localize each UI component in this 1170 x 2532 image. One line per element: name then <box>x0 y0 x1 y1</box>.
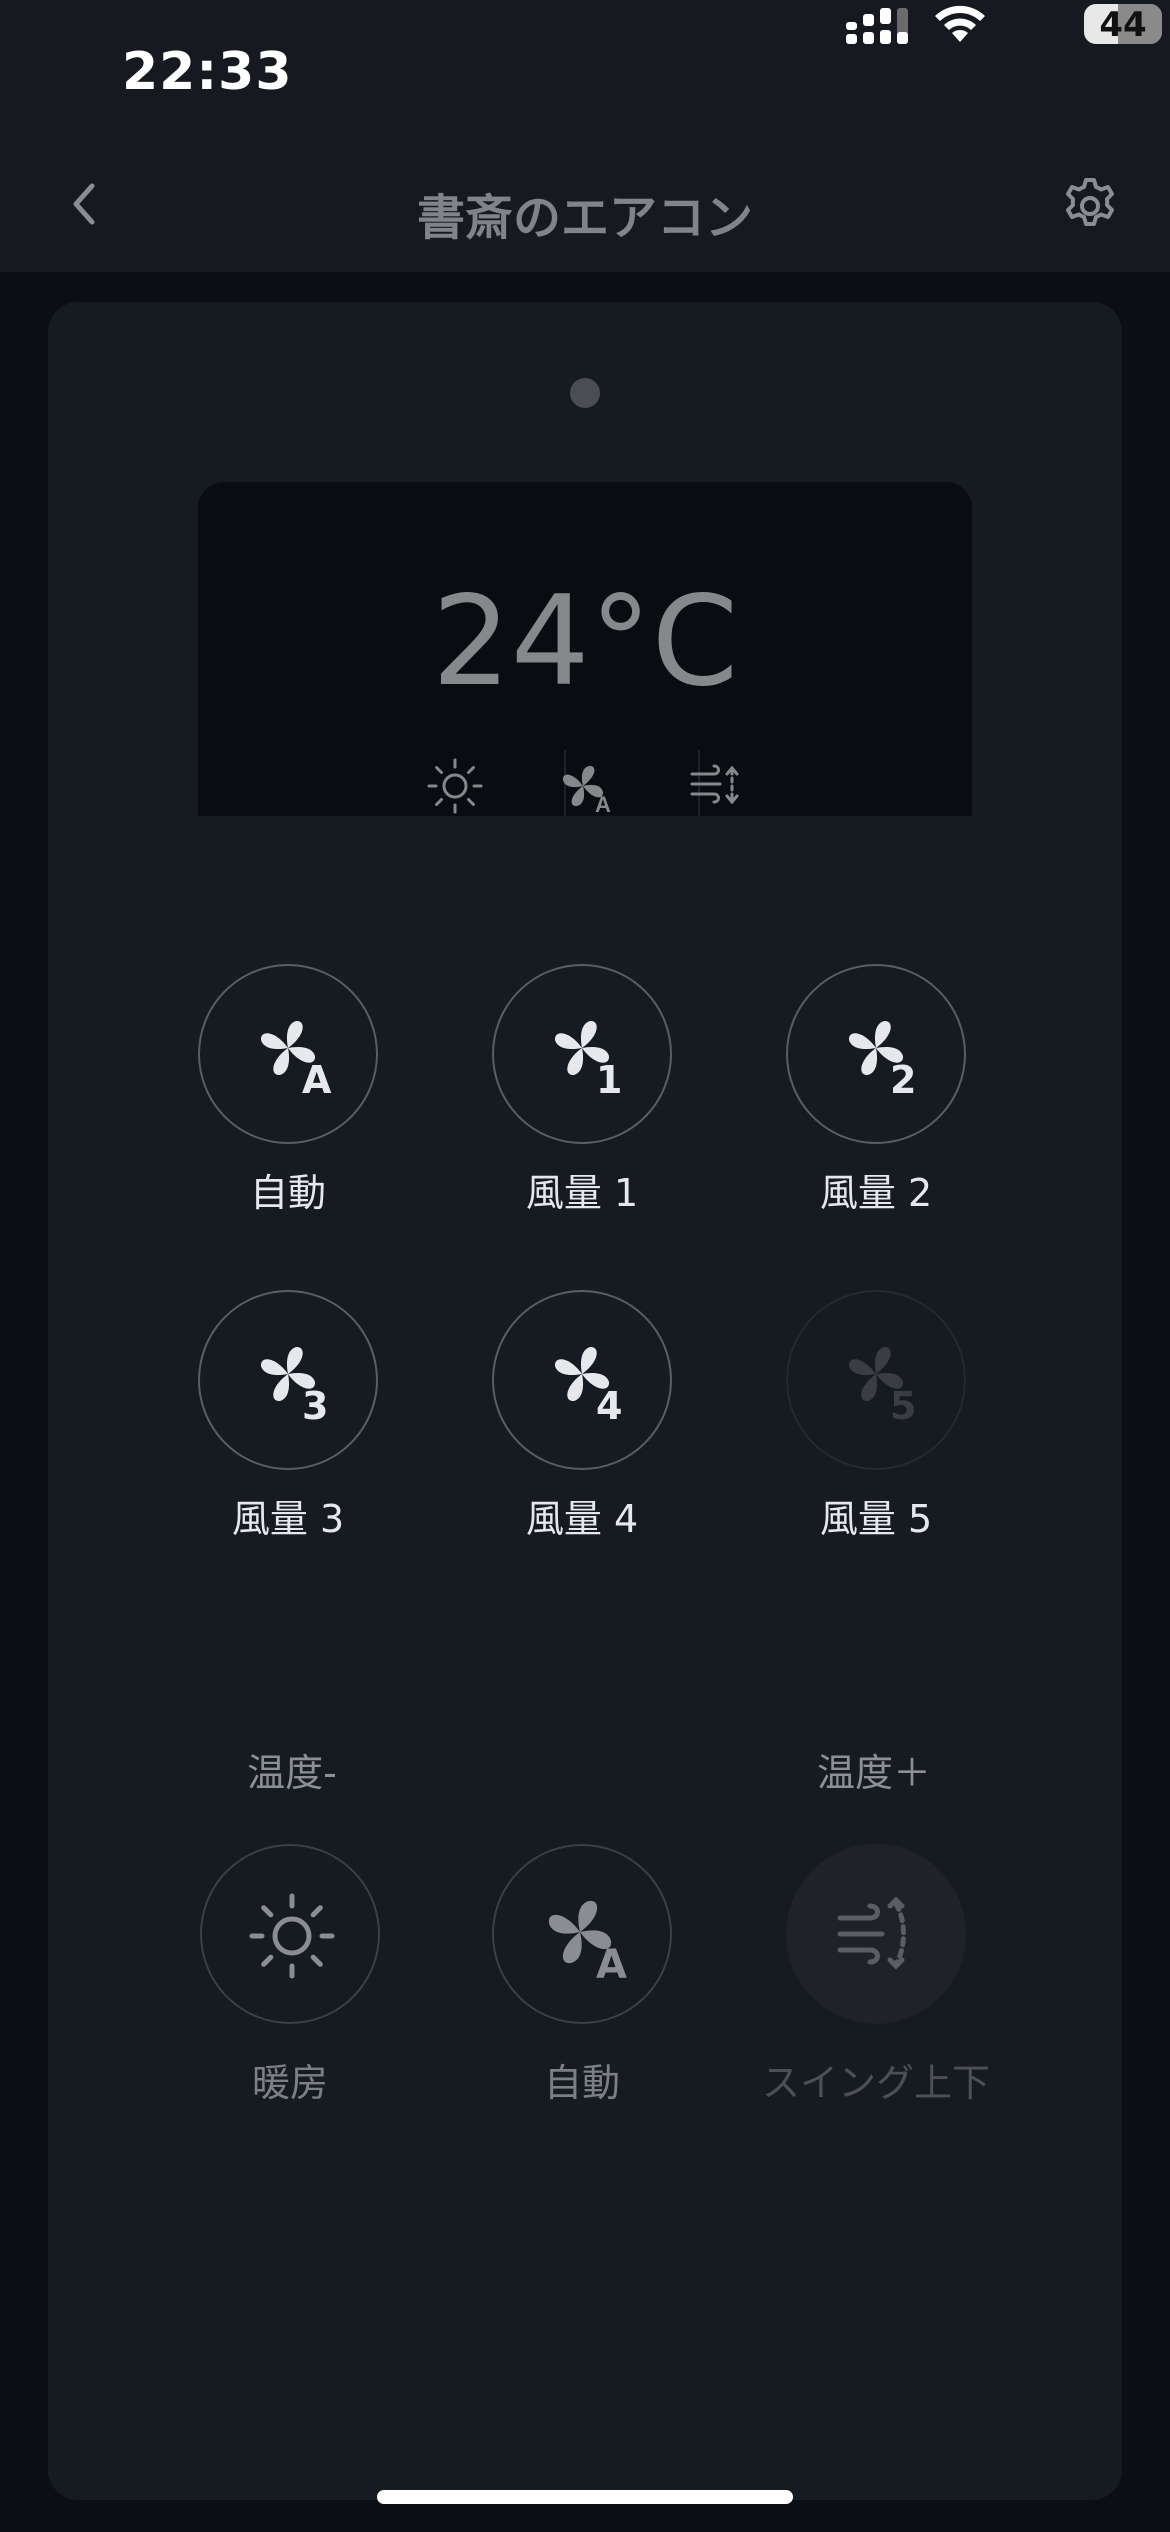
battery-level-text: 44 <box>1099 5 1147 44</box>
auto-fan-mode-button[interactable]: A <box>492 1844 672 2024</box>
status-bar: 22:33 44 <box>0 0 1170 150</box>
swing-label: スイング上下 <box>761 2061 990 2105</box>
sun-icon <box>427 758 483 814</box>
temperature-increase-label[interactable]: 温度＋ <box>754 1742 994 1797</box>
fan-speed-button-4[interactable]: 4 <box>492 1290 672 1470</box>
fan-speed-button-2[interactable]: 2 <box>786 964 966 1144</box>
wifi-icon <box>935 5 985 42</box>
heating-mode-button[interactable] <box>200 1844 380 2024</box>
fan-speed-badge: 1 <box>596 1058 623 1102</box>
fan-speed-label: 自動 <box>249 1171 326 1215</box>
indicator-light <box>570 378 600 408</box>
fan-speed-badge: A <box>302 1058 332 1102</box>
sun-icon <box>249 1893 335 1979</box>
ac-display: 24°C A <box>198 482 972 816</box>
cellular-signal-icon <box>846 8 908 44</box>
temperature-readout: 24°C <box>431 570 739 714</box>
page-title: 書斎のエアコン <box>416 190 753 246</box>
status-time: 22:33 <box>122 42 293 102</box>
fan-speed-label: 風量 5 <box>819 1497 933 1541</box>
temperature-decrease-label[interactable]: 温度- <box>172 1742 412 1797</box>
fan-speed-badge: 4 <box>596 1384 623 1428</box>
heating-mode-label: 暖房 <box>251 2061 328 2105</box>
fan-speed-button-3[interactable]: 3 <box>198 1290 378 1470</box>
battery-indicator: 44 <box>1084 4 1162 44</box>
fan-speed-button-5[interactable]: 5 <box>786 1290 966 1470</box>
display-fan-badge: A <box>595 792 611 816</box>
nav-bar: 書斎のエアコン <box>0 150 1170 272</box>
fan-speed-label: 風量 3 <box>231 1497 345 1541</box>
fan-speed-button-auto[interactable]: A <box>198 964 378 1144</box>
gear-icon[interactable] <box>1058 174 1122 238</box>
home-indicator[interactable] <box>377 2490 793 2504</box>
fan-speed-label: 風量 4 <box>525 1497 639 1541</box>
fan-auto-icon: A <box>562 765 611 816</box>
fan-speed-badge: 2 <box>890 1058 917 1102</box>
fan-speed-label: 風量 2 <box>819 1171 933 1215</box>
fan-speed-label: 風量 1 <box>525 1171 639 1215</box>
display-mode-icons: A <box>198 750 972 816</box>
remote-control-card: 24°C A A 自動 1 風量 1 2 風量 2 3 風量 3 4 風量 4 … <box>48 302 1122 2500</box>
auto-badge: A <box>596 1942 627 1988</box>
fan-speed-button-1[interactable]: 1 <box>492 964 672 1144</box>
fan-speed-badge: 3 <box>302 1384 329 1428</box>
swing-icon <box>690 764 739 805</box>
fan-speed-badge: 5 <box>890 1384 917 1428</box>
swing-button[interactable] <box>786 1844 966 2024</box>
swing-icon <box>837 1896 906 1970</box>
auto-fan-mode-label: 自動 <box>543 2061 620 2105</box>
